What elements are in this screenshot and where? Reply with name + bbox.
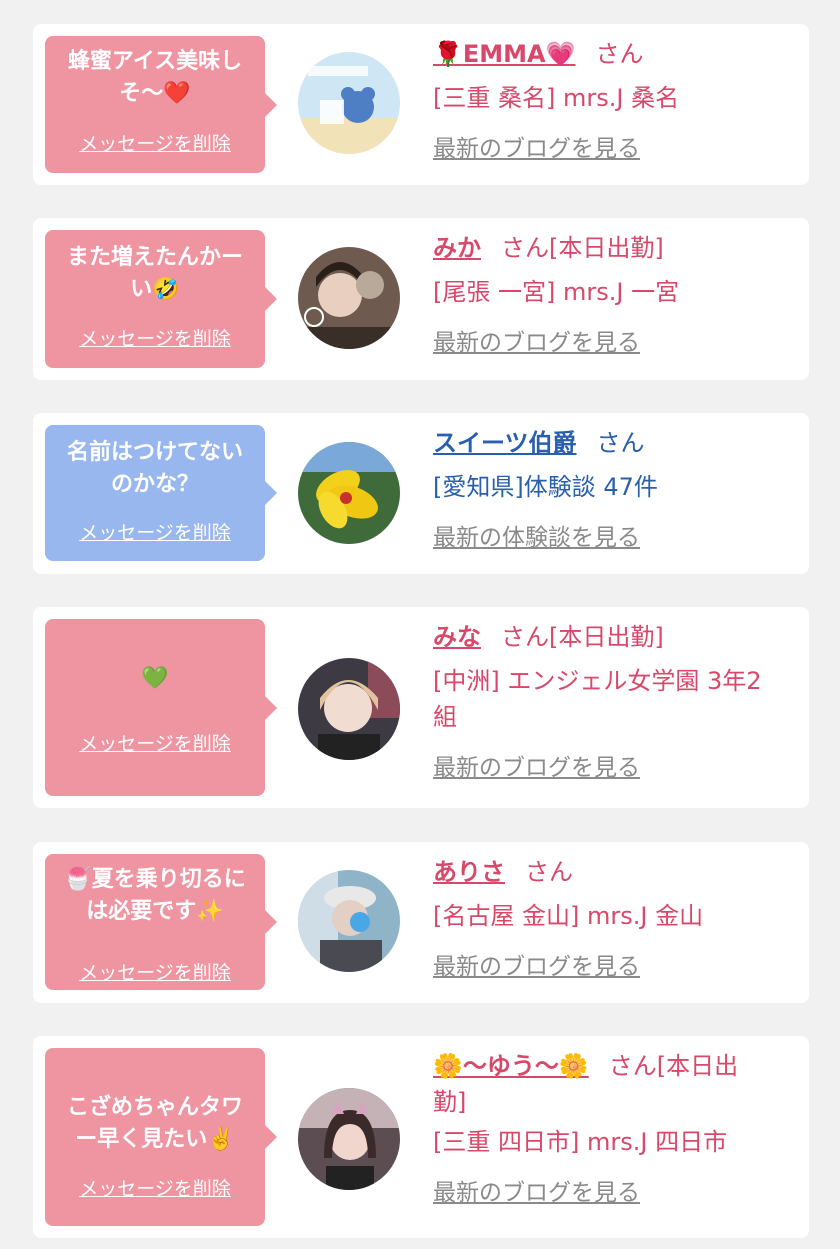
delete-message-link[interactable]: メッセージを削除: [45, 133, 265, 155]
sender-info: スイーツ伯爵 さん [愛知県]体験談 47件 最新の体験談を見る: [433, 425, 793, 553]
heart-icon: 💗: [545, 40, 576, 68]
avatar[interactable]: [298, 870, 400, 972]
message-card: こざめちゃんタワ ー早く見たい✌️ メッセージを削除 🌼〜ゆう〜🌼 さん[本日出 …: [33, 1036, 809, 1238]
message-bubble: こざめちゃんタワ ー早く見たい✌️ メッセージを削除: [45, 1048, 277, 1226]
avatar[interactable]: [298, 52, 400, 154]
latest-blog-link[interactable]: 最新のブログを見る: [433, 952, 793, 982]
sender-location: [尾張 一宮] mrs.J 一宮: [433, 278, 680, 306]
latest-experience-link[interactable]: 最新の体験談を見る: [433, 523, 793, 553]
honorific: さん[本日出: [608, 1052, 739, 1080]
message-card: 名前はつけてない のかな？ メッセージを削除 スイーツ伯爵 さん [愛知県]体験談 …: [33, 413, 809, 574]
honorific: さん: [525, 858, 573, 886]
sender-location: [三重 四日市] mrs.J 四日市: [433, 1128, 728, 1156]
delete-message-link[interactable]: メッセージを削除: [45, 962, 265, 984]
avatar[interactable]: [298, 442, 400, 544]
delete-message-link[interactable]: メッセージを削除: [45, 733, 265, 755]
sender-info: ありさ さん [名古屋 金山] mrs.J 金山 最新のブログを見る: [433, 854, 793, 982]
message-text: また増えたんかー い🤣: [66, 245, 243, 302]
honorific: さん[本日出勤]: [501, 623, 664, 651]
latest-blog-link[interactable]: 最新のブログを見る: [433, 1178, 793, 1208]
sender-name-link[interactable]: みな: [433, 623, 481, 651]
message-text: こざめちゃんタワ ー早く見たい✌️: [66, 1095, 243, 1152]
latest-blog-link[interactable]: 最新のブログを見る: [433, 134, 793, 164]
sender-info: 🌹EMMA💗 さん [三重 桑名] mrs.J 桑名 最新のブログを見る: [433, 36, 793, 164]
sender-info: みな さん[本日出勤] [中洲] エンジェル女学園 3年2 組 最新のブログを見る: [433, 619, 793, 783]
delete-message-link[interactable]: メッセージを削除: [45, 328, 265, 350]
avatar[interactable]: [298, 658, 400, 760]
honorific-cont: 勤]: [433, 1088, 467, 1116]
message-bubble: 💚 メッセージを削除: [45, 619, 277, 796]
message-card: 蜂蜜アイス美味し そ〜❤️ メッセージを削除 🌹EMMA💗 さん [三重 桑名] m…: [33, 24, 809, 185]
sender-location-cont: 組: [433, 703, 457, 731]
avatar[interactable]: [298, 247, 400, 349]
sender-name-link[interactable]: ありさ: [433, 858, 505, 886]
message-card: 🍧夏を乗り切るに は必要です✨ メッセージを削除 ありさ さん [名古屋 金山] …: [33, 842, 809, 1003]
message-text: 🍧夏を乗り切るに は必要です✨: [64, 867, 246, 924]
sender-location: [三重 桑名] mrs.J 桑名: [433, 84, 680, 112]
message-bubble: 名前はつけてない のかな？ メッセージを削除: [45, 425, 277, 561]
sender-info: 🌼〜ゆう〜🌼 さん[本日出 勤] [三重 四日市] mrs.J 四日市 最新のブロ…: [433, 1048, 793, 1208]
message-text: 💚: [141, 666, 169, 691]
message-card: また増えたんかー い🤣 メッセージを削除 みか さん[本日出勤] [尾張 一宮] m…: [33, 218, 809, 380]
sender-location: [愛知県]体験談 47件: [433, 473, 658, 501]
sender-name-link[interactable]: 🌼〜ゆう〜🌼: [433, 1052, 589, 1080]
sender-location: [名古屋 金山] mrs.J 金山: [433, 902, 704, 930]
latest-blog-link[interactable]: 最新のブログを見る: [433, 328, 793, 358]
honorific: さん[本日出勤]: [501, 234, 664, 262]
honorific: さん: [596, 429, 645, 457]
sender-name-link[interactable]: 🌹EMMA💗: [433, 40, 576, 68]
sender-name-link[interactable]: みか: [433, 234, 481, 262]
avatar[interactable]: [298, 1088, 400, 1190]
honorific: さん: [595, 40, 644, 68]
message-text: 蜂蜜アイス美味し そ〜❤️: [67, 49, 243, 106]
message-bubble: また増えたんかー い🤣 メッセージを削除: [45, 230, 277, 368]
message-text: 名前はつけてない のかな？: [66, 440, 243, 497]
sender-info: みか さん[本日出勤] [尾張 一宮] mrs.J 一宮 最新のブログを見る: [433, 230, 793, 358]
message-card: 💚 メッセージを削除 みな さん[本日出勤] [中洲] エンジェル女学園 3年2 …: [33, 607, 809, 808]
delete-message-link[interactable]: メッセージを削除: [45, 1178, 265, 1200]
rose-icon: 🌹: [433, 40, 463, 68]
sender-location: [中洲] エンジェル女学園 3年2: [433, 667, 762, 695]
message-bubble: 蜂蜜アイス美味し そ〜❤️ メッセージを削除: [45, 36, 277, 173]
sender-name-link[interactable]: スイーツ伯爵: [433, 429, 577, 457]
message-bubble: 🍧夏を乗り切るに は必要です✨ メッセージを削除: [45, 854, 277, 990]
delete-message-link[interactable]: メッセージを削除: [45, 522, 265, 544]
latest-blog-link[interactable]: 最新のブログを見る: [433, 753, 793, 783]
